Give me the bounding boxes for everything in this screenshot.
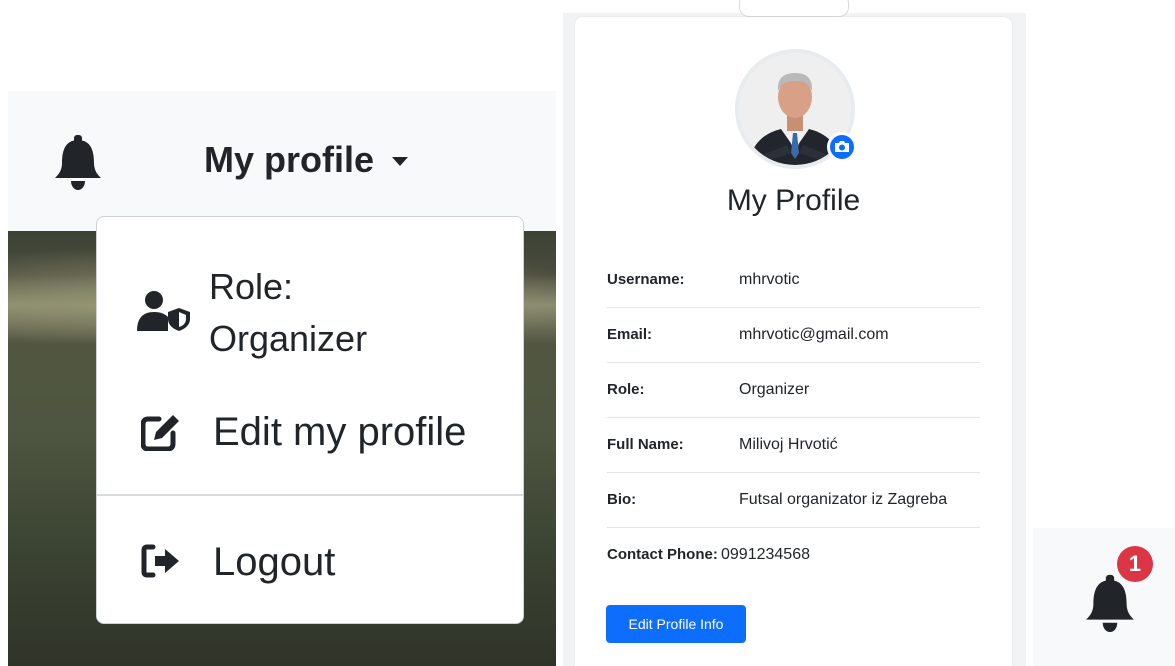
info-row-role: Role: Organizer (607, 363, 980, 418)
dropdown-item-logout[interactable]: Logout (97, 535, 523, 589)
contact-phone-value: 0991234568 (721, 546, 810, 563)
user-shield-icon (137, 291, 191, 331)
my-profile-label: My profile (204, 139, 375, 180)
camera-icon[interactable] (827, 132, 857, 162)
info-row-contact-phone: Contact Phone: 0991234568 (607, 528, 980, 583)
edit-profile-label: Edit my profile (213, 410, 467, 454)
info-row-username: Username: mhrvotic (607, 253, 980, 308)
bio-value: Futsal organizator iz Zagreba (739, 491, 948, 508)
top-tab (739, 0, 849, 17)
role-value: Organizer (739, 381, 810, 398)
right-from-bracket-icon (141, 543, 181, 579)
profile-card: My Profile Username: mhrvotic Email: mhr… (575, 17, 1012, 666)
logout-label: Logout (213, 540, 336, 584)
username-label: Username: (607, 271, 685, 288)
my-profile-dropdown-toggle[interactable]: My profile (204, 137, 409, 183)
role-label: Role: (607, 381, 645, 398)
dropdown-item-edit-profile[interactable]: Edit my profile (97, 405, 523, 459)
notification-count-badge: 1 (1117, 546, 1153, 582)
pen-to-square-icon (140, 413, 181, 452)
bell-icon[interactable] (52, 135, 104, 191)
info-row-full-name: Full Name: Milivoj Hrvotić (607, 418, 980, 473)
info-row-bio: Bio: Futsal organizator iz Zagreba (607, 473, 980, 528)
dropdown-divider (97, 494, 523, 496)
role-value: Organizer (209, 318, 368, 359)
email-value: mhrvotic@gmail.com (739, 326, 889, 343)
dropdown-item-role: Role: Organizer (97, 261, 523, 371)
avatar-container (735, 49, 857, 169)
edit-profile-info-button[interactable]: Edit Profile Info (606, 605, 746, 643)
bio-label: Bio: (607, 491, 637, 508)
caret-down-icon (392, 156, 409, 166)
bell-icon[interactable] (1083, 574, 1137, 634)
role-text: Role: Organizer (209, 261, 367, 365)
profile-panel: My Profile Username: mhrvotic Email: mhr… (563, 0, 1026, 666)
role-label: Role: (209, 266, 294, 307)
page-title: My Profile (726, 184, 861, 217)
info-row-email: Email: mhrvotic@gmail.com (607, 308, 980, 363)
full-name-label: Full Name: (607, 436, 684, 453)
profile-dropdown-menu: Role: Organizer Edit my profile Logout (96, 216, 524, 624)
contact-phone-label: Contact Phone: (607, 546, 718, 563)
full-name-value: Milivoj Hrvotić (739, 436, 838, 453)
navbar-panel: My profile Role: Organizer Edit my profi… (8, 91, 556, 666)
notification-panel: 1 (1033, 528, 1175, 666)
username-value: mhrvotic (739, 271, 800, 288)
email-label: Email: (607, 326, 653, 343)
